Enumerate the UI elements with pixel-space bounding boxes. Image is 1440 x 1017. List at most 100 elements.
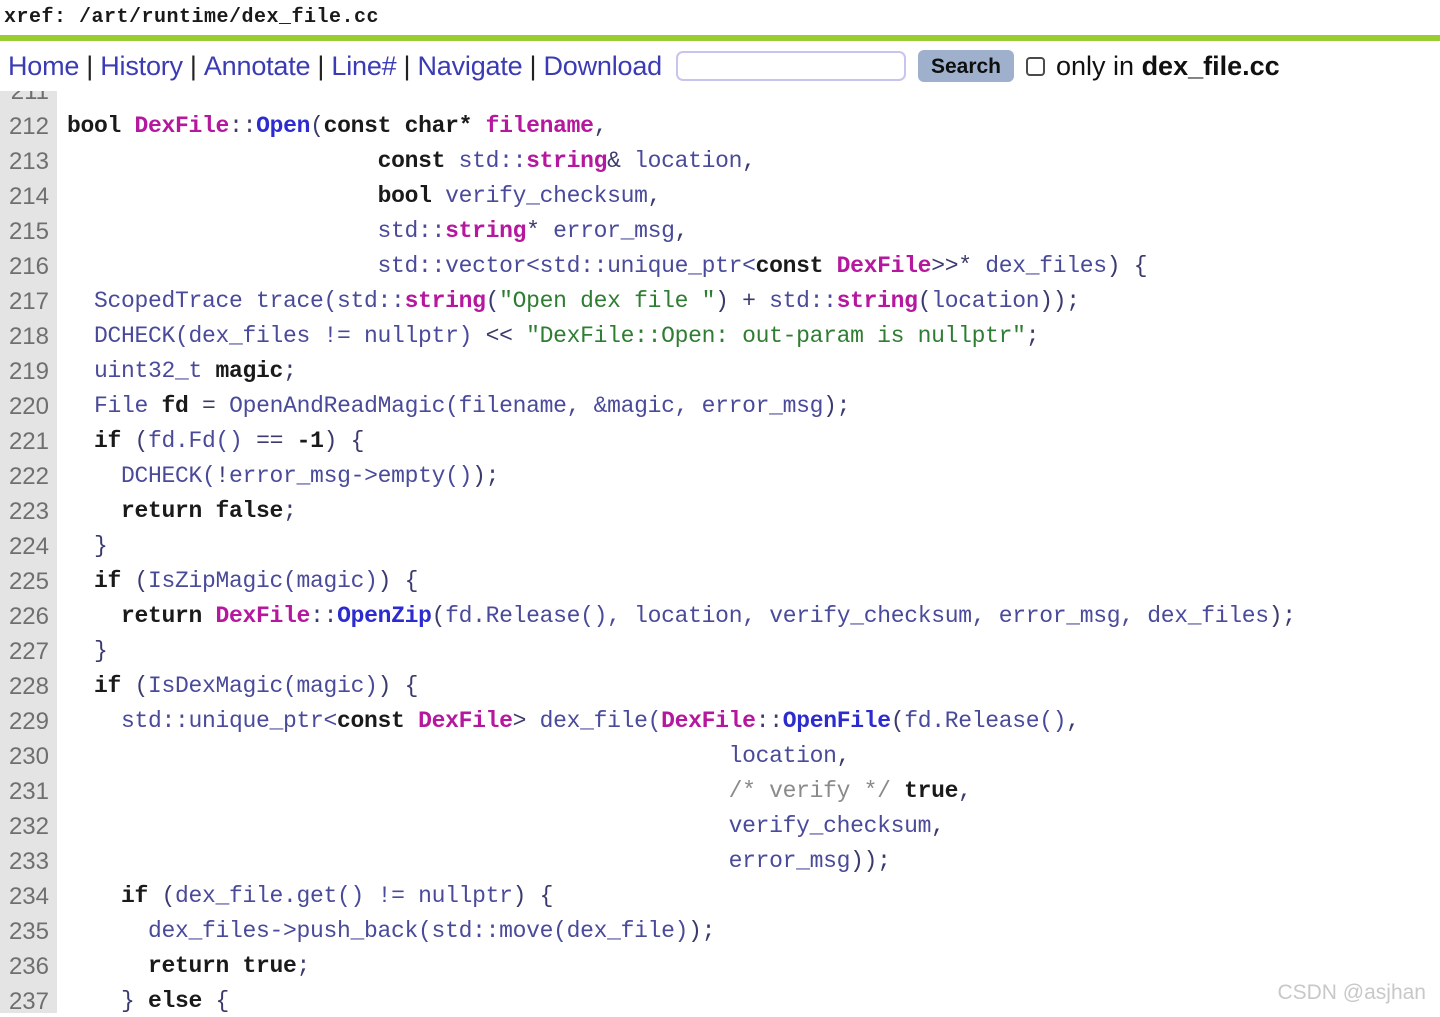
line-number[interactable]: 216 xyxy=(0,249,57,284)
code-token: dex_file( xyxy=(539,708,662,734)
code-token: & xyxy=(607,148,621,174)
line-number[interactable]: 229 xyxy=(0,704,57,739)
line-number[interactable]: 226 xyxy=(0,599,57,634)
code-token: error_msg xyxy=(539,218,675,244)
code-line-text: /* verify */ true, xyxy=(57,774,1440,809)
line-number[interactable]: 214 xyxy=(0,179,57,214)
code-token: >>* xyxy=(931,253,972,279)
line-number[interactable]: 235 xyxy=(0,914,57,949)
code-token: dex_file.get() != nullptr xyxy=(175,883,513,909)
line-number[interactable]: 237 xyxy=(0,984,57,1013)
line-number[interactable]: 220 xyxy=(0,389,57,424)
line-number[interactable]: 232 xyxy=(0,809,57,844)
line-number[interactable]: 233 xyxy=(0,844,57,879)
nav-link-home[interactable]: Home xyxy=(8,51,79,82)
code-line-text: const std::string& location, xyxy=(57,144,1440,179)
code-token: DexFile xyxy=(661,708,756,734)
search-input[interactable] xyxy=(675,51,906,81)
code-line-text: DCHECK(!error_msg->empty()); xyxy=(57,459,1440,494)
code-token: fd xyxy=(161,393,189,419)
line-number[interactable]: 219 xyxy=(0,354,57,389)
code-token: location xyxy=(67,743,837,769)
code-line-text: } xyxy=(57,529,1440,564)
code-line: 217 ScopedTrace trace(std::string("Open … xyxy=(0,284,1440,319)
code-line: 214 bool verify_checksum, xyxy=(0,179,1440,214)
code-line: 236 return true; xyxy=(0,949,1440,984)
code-token: std:: xyxy=(67,218,446,244)
line-number[interactable]: 222 xyxy=(0,459,57,494)
code-token: DexFile xyxy=(418,708,513,734)
line-number[interactable]: 223 xyxy=(0,494,57,529)
code-line: 232 verify_checksum, xyxy=(0,809,1440,844)
code-token: File xyxy=(67,393,162,419)
line-number[interactable]: 215 xyxy=(0,214,57,249)
line-number[interactable]: 224 xyxy=(0,529,57,564)
line-number[interactable]: 217 xyxy=(0,284,57,319)
code-line-text: dex_files->push_back(std::move(dex_file)… xyxy=(57,914,1440,949)
code-token: } xyxy=(67,988,149,1013)
code-token: std:: xyxy=(445,148,527,174)
code-token: , xyxy=(1066,708,1080,734)
code-token: , xyxy=(958,778,972,804)
code-token: )); xyxy=(850,848,891,874)
code-line: 235 dex_files->push_back(std::move(dex_f… xyxy=(0,914,1440,949)
code-token: ( xyxy=(431,603,446,629)
nav-link-line-number[interactable]: Line# xyxy=(331,51,396,82)
search-button[interactable]: Search xyxy=(917,50,1014,82)
code-token: ( xyxy=(121,428,149,454)
code-line: 227 } xyxy=(0,634,1440,669)
line-number[interactable]: 234 xyxy=(0,879,57,914)
only-in-prefix-text: only in xyxy=(1056,50,1142,81)
code-token: ( xyxy=(485,288,500,314)
code-line: 226 return DexFile::OpenZip(fd.Release()… xyxy=(0,599,1440,634)
code-token: ScopedTrace trace(std:: xyxy=(67,288,405,314)
nav-link-history[interactable]: History xyxy=(100,51,183,82)
code-token: DexFile xyxy=(836,253,932,279)
code-line: 229 std::unique_ptr<const DexFile> dex_f… xyxy=(0,704,1440,739)
line-number[interactable]: 221 xyxy=(0,424,57,459)
line-number[interactable]: 230 xyxy=(0,739,57,774)
code-token: ( xyxy=(148,883,176,909)
code-token: if xyxy=(67,428,122,454)
line-number[interactable]: 212 xyxy=(0,109,57,144)
code-token: :: xyxy=(310,603,338,629)
code-token: else xyxy=(148,988,203,1013)
code-line-text: File fd = OpenAndReadMagic(filename, &ma… xyxy=(57,389,1440,424)
code-token: OpenFile xyxy=(782,708,891,734)
code-token: return true xyxy=(67,953,297,979)
csdn-watermark: CSDN @asjhan xyxy=(1277,981,1426,1004)
code-token: const xyxy=(337,708,405,734)
code-token: , xyxy=(647,183,662,209)
nav-link-download[interactable]: Download xyxy=(543,51,662,82)
code-token: { xyxy=(202,988,230,1013)
code-line: 237 } else { xyxy=(0,984,1440,1013)
line-number[interactable]: 211 xyxy=(0,91,57,109)
xref-title-bar: xref: /art/runtime/dex_file.cc xyxy=(0,0,1440,35)
code-viewer[interactable]: 211 212 bool DexFile::Open(const char* fil… xyxy=(0,91,1440,1013)
line-number[interactable]: 227 xyxy=(0,634,57,669)
code-line: 234 if (dex_file.get() != nullptr) { xyxy=(0,879,1440,914)
code-token: ; xyxy=(283,498,297,524)
code-token: IsDexMagic(magic) xyxy=(148,673,378,699)
code-token: ) { xyxy=(377,673,419,699)
line-number[interactable]: 213 xyxy=(0,144,57,179)
code-line: 220 File fd = OpenAndReadMagic(filename,… xyxy=(0,389,1440,424)
line-number[interactable]: 228 xyxy=(0,669,57,704)
code-token: , xyxy=(593,113,608,139)
code-line: 222 DCHECK(!error_msg->empty()); xyxy=(0,459,1440,494)
only-in-file-checkbox[interactable] xyxy=(1026,56,1045,76)
code-token: verify_checksum xyxy=(431,183,648,209)
nav-link-navigate[interactable]: Navigate xyxy=(417,51,522,82)
code-token: fd.Release(), location, verify_checksum,… xyxy=(445,603,1269,629)
code-token: = xyxy=(188,393,230,419)
nav-separator: | xyxy=(529,50,537,81)
nav-link-annotate[interactable]: Annotate xyxy=(204,51,311,82)
code-token: ; xyxy=(1025,323,1040,349)
line-number[interactable]: 236 xyxy=(0,949,57,984)
code-token: return false xyxy=(67,498,284,524)
line-number[interactable]: 231 xyxy=(0,774,57,809)
code-token: error_msg xyxy=(67,848,851,874)
line-number[interactable]: 218 xyxy=(0,319,57,354)
line-number[interactable]: 225 xyxy=(0,564,57,599)
